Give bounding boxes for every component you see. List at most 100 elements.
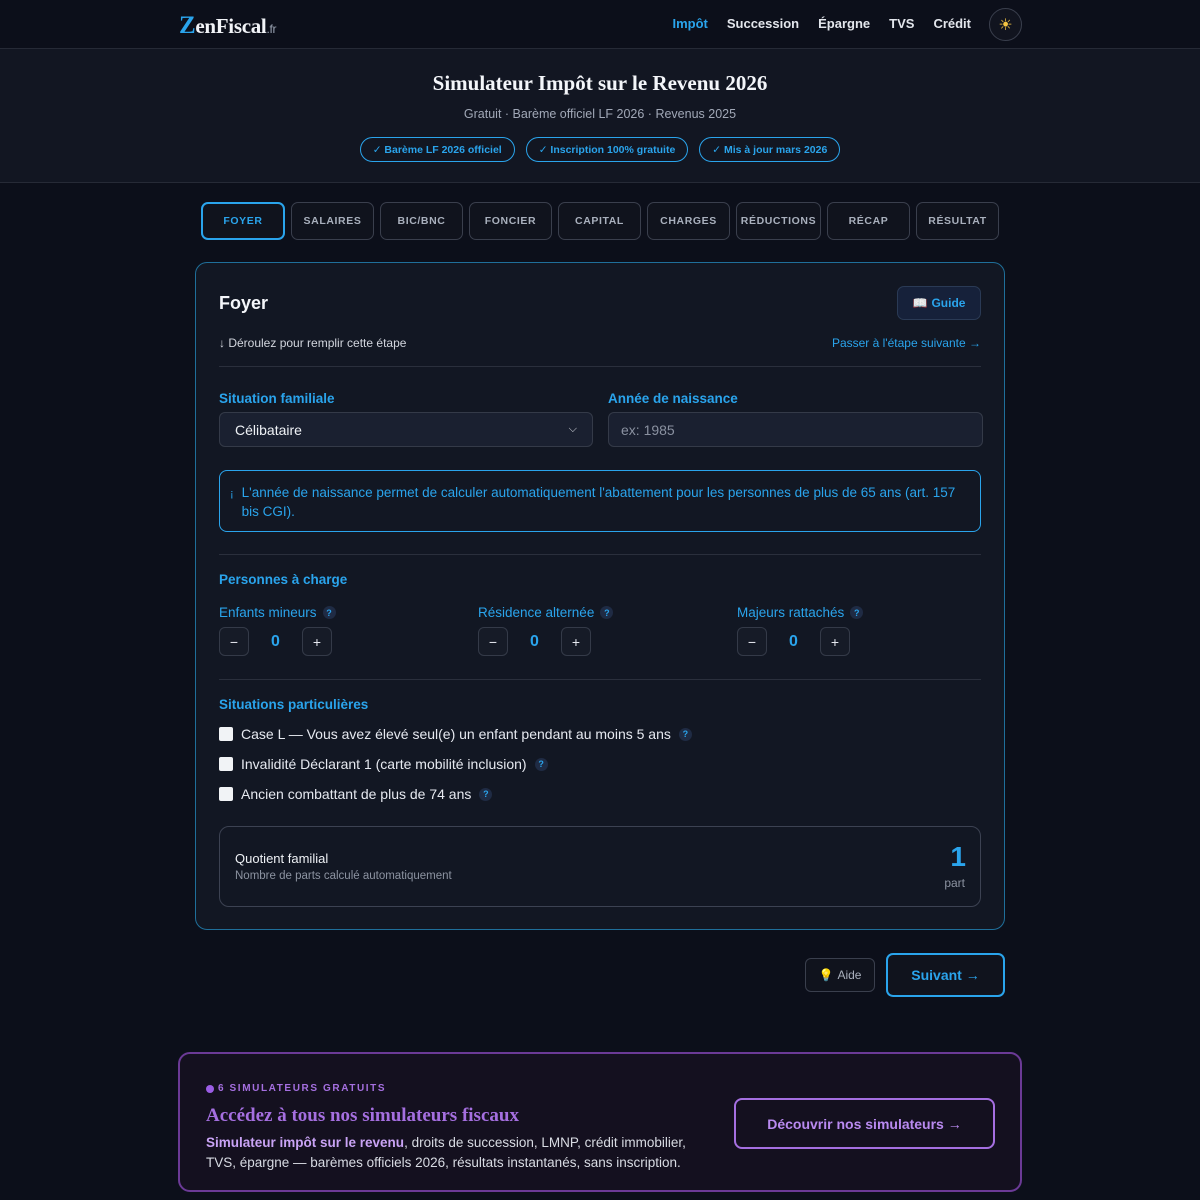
badge-inscription: ✓ Inscription 100% gratuite [525, 137, 689, 162]
check-case-l: Case L — Vous avez élevé seul(e) un enfa… [219, 726, 692, 742]
logo-text: enFiscal [195, 14, 267, 38]
promo-title: Accédez à tous nos simulateurs fiscaux [206, 1105, 519, 1126]
info-text: L'année de naissance permet de calculer … [241, 485, 956, 519]
check-label[interactable]: Ancien combattant de plus de 74 ans [241, 786, 471, 802]
chevron-down-icon: ⌵ [568, 423, 577, 435]
checkbox[interactable] [219, 787, 233, 801]
logo[interactable]: ZenFiscal.fr [179, 12, 277, 40]
quotient-familial-box: Quotient familial Nombre de parts calcul… [219, 826, 981, 907]
book-icon: 📖 [912, 296, 928, 310]
nav-link-credit[interactable]: Crédit [933, 16, 971, 31]
check-label[interactable]: Case L — Vous avez élevé seul(e) un enfa… [241, 726, 671, 742]
promo-eyebrow: 6 SIMULATEURS GRATUITS [206, 1083, 386, 1094]
nav-link-succession[interactable]: Succession [727, 16, 799, 31]
counter-label-text: Majeurs rattachés [737, 605, 845, 620]
aide-button[interactable]: 💡 Aide [805, 958, 875, 992]
page-subtitle: Gratuit · Barème officiel LF 2026 · Reve… [463, 107, 737, 121]
page-title: Simulateur Impôt sur le Revenu 2026 [432, 71, 768, 95]
counter-label-text: Enfants mineurs [219, 605, 317, 620]
decrement-button[interactable]: − [737, 627, 767, 656]
tab-foyer[interactable]: FOYER [201, 202, 285, 240]
qf-unit: part [944, 876, 965, 890]
stepper-majeurs: − 0 + [737, 627, 850, 656]
counter-label-residence: Résidence alternée? [478, 605, 614, 620]
dot-icon [206, 1084, 214, 1093]
foyer-card: Foyer 📖 Guide ↓ Déroulez pour remplir cet… [195, 262, 1005, 930]
promo-text: Simulateur impôt sur le revenu, droits d… [206, 1133, 716, 1173]
decrement-button[interactable]: − [219, 627, 249, 656]
qf-value: 1 [950, 841, 966, 872]
info-box: ¡ L'année de naissance permet de calcule… [219, 470, 981, 532]
tab-recap[interactable]: RÉCAP [827, 202, 910, 240]
stepper-value: 0 [271, 632, 280, 650]
stepper-residence: − 0 + [478, 627, 591, 656]
help-icon[interactable]: ? [678, 727, 692, 741]
counter-label-enfants: Enfants mineurs? [219, 605, 336, 620]
guide-button[interactable]: 📖 Guide [897, 286, 981, 320]
birth-year-input[interactable]: ex: 1985 [608, 412, 983, 447]
tab-charges[interactable]: CHARGES [647, 202, 730, 240]
divider [219, 366, 981, 367]
promo-link[interactable]: Simulateur impôt sur le revenu [206, 1135, 404, 1150]
situation-label: Situation familiale [219, 391, 335, 406]
tab-foncier[interactable]: FONCIER [469, 202, 552, 240]
help-icon[interactable]: ? [850, 606, 864, 619]
top-nav: ZenFiscal.fr Impôt Succession Épargne TV… [0, 0, 1200, 49]
badge-mise-a-jour: ✓ Mis à jour mars 2026 [699, 137, 841, 162]
nav-links: Impôt Succession Épargne TVS Crédit [672, 16, 971, 31]
promo-banner: 6 SIMULATEURS GRATUITS Accédez à tous no… [178, 1052, 1022, 1192]
nav-link-tvs[interactable]: TVS [889, 16, 914, 31]
qf-subtitle: Nombre de parts calculé automatiquement [235, 870, 452, 882]
logo-tld: .fr [266, 22, 277, 36]
lightbulb-icon: 💡 [818, 968, 834, 982]
birth-year-label: Année de naissance [608, 391, 738, 406]
increment-button[interactable]: + [820, 627, 850, 656]
stepper-value: 0 [789, 632, 798, 650]
nav-link-epargne[interactable]: Épargne [818, 16, 870, 31]
step-tabs: FOYER SALAIRES BIC/BNC FONCIER CAPITAL C… [201, 202, 999, 240]
stepper-value: 0 [530, 632, 539, 650]
next-step-link[interactable]: Passer à l'étape suivante → [832, 336, 981, 350]
hero: Simulateur Impôt sur le Revenu 2026 Grat… [0, 49, 1200, 183]
counter-label-text: Résidence alternée [478, 605, 595, 620]
check-label[interactable]: Invalidité Déclarant 1 (carte mobilité i… [241, 756, 527, 772]
check-ancien-combattant: Ancien combattant de plus de 74 ans? [219, 786, 493, 802]
increment-button[interactable]: + [302, 627, 332, 656]
decrement-button[interactable]: − [478, 627, 508, 656]
divider [219, 679, 981, 680]
card-title: Foyer [219, 293, 269, 313]
tab-capital[interactable]: CAPITAL [558, 202, 641, 240]
help-icon[interactable]: ? [322, 606, 336, 619]
situation-value: Célibataire [235, 421, 302, 438]
special-title: Situations particulières [219, 697, 369, 712]
tab-reductions[interactable]: RÉDUCTIONS [736, 202, 821, 240]
dependents-title: Personnes à charge [219, 572, 348, 587]
logo-z: Z [179, 12, 196, 39]
situation-select[interactable]: Célibataire ⌵ [219, 412, 593, 447]
badge-bareme: ✓ Barème LF 2026 officiel [359, 137, 515, 162]
counter-label-majeurs: Majeurs rattachés? [737, 605, 864, 620]
badges: ✓ Barème LF 2026 officiel ✓ Inscription … [0, 137, 1200, 162]
theme-toggle-button[interactable]: ☀ [989, 8, 1022, 41]
check-invalidite: Invalidité Déclarant 1 (carte mobilité i… [219, 756, 548, 772]
checkbox[interactable] [219, 727, 233, 741]
checkbox[interactable] [219, 757, 233, 771]
sun-icon: ☀ [998, 16, 1013, 34]
guide-label: Guide [931, 296, 966, 310]
discover-simulators-button[interactable]: Découvrir nos simulateurs → [734, 1098, 995, 1149]
info-icon: ¡ [230, 488, 234, 500]
promo-eyebrow-text: 6 SIMULATEURS GRATUITS [218, 1083, 387, 1094]
help-icon[interactable]: ? [534, 757, 548, 771]
tab-salaires[interactable]: SALAIRES [291, 202, 374, 240]
divider [219, 554, 981, 555]
tab-bic-bnc[interactable]: BIC/BNC [380, 202, 463, 240]
nav-link-impot[interactable]: Impôt [672, 16, 707, 31]
tab-resultat[interactable]: RÉSULTAT [916, 202, 999, 240]
aide-label: Aide [837, 968, 862, 982]
increment-button[interactable]: + [561, 627, 591, 656]
help-icon[interactable]: ? [600, 606, 614, 619]
qf-title: Quotient familial [235, 851, 329, 866]
scroll-hint: ↓ Déroulez pour remplir cette étape [219, 336, 407, 350]
help-icon[interactable]: ? [479, 787, 493, 801]
suivant-button[interactable]: Suivant → [886, 953, 1005, 997]
